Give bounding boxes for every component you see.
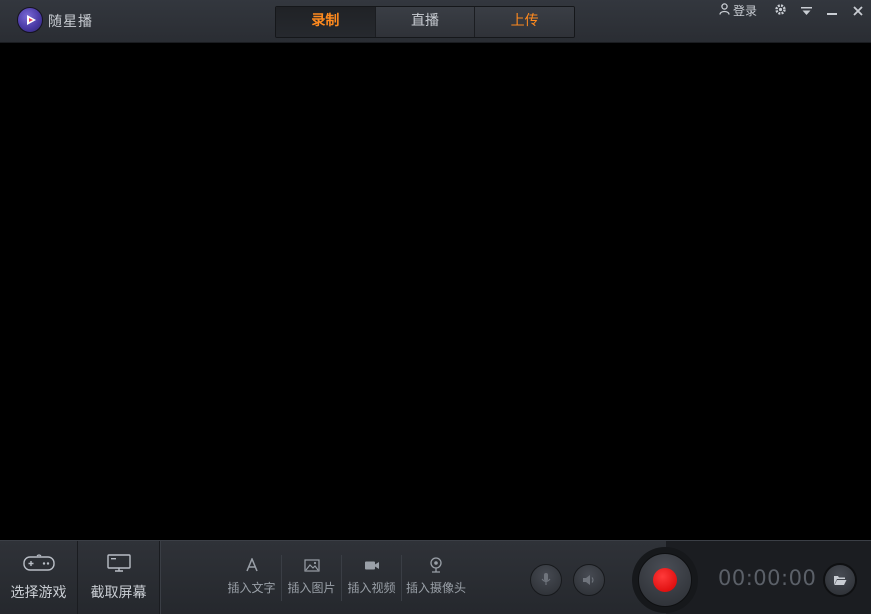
video-icon <box>364 555 380 575</box>
settings-button[interactable] <box>767 1 793 19</box>
speaker-button[interactable] <box>573 564 605 596</box>
app-window: 随星播 录制 直播 上传 登录 选择游戏 截取屏幕 插入文字 插入图片 插入视频… <box>0 0 871 614</box>
record-button[interactable] <box>638 553 692 607</box>
title-bar: 随星播 录制 直播 上传 登录 <box>0 0 871 43</box>
text-icon <box>245 555 259 575</box>
login-label: 登录 <box>732 3 757 18</box>
close-icon <box>853 1 863 20</box>
gear-icon <box>774 1 787 20</box>
record-dot-icon <box>653 568 677 592</box>
minimize-button[interactable] <box>819 1 845 19</box>
insert-image-button[interactable]: 插入图片 <box>282 555 342 601</box>
insert-video-button[interactable]: 插入视频 <box>342 555 402 601</box>
insert-image-label: 插入图片 <box>287 581 336 595</box>
folder-icon <box>833 571 847 590</box>
insert-webcam-label: 插入摄像头 <box>405 581 466 595</box>
insert-text-button[interactable]: 插入文字 <box>222 555 282 601</box>
preview-area <box>0 43 871 540</box>
user-icon <box>719 2 730 18</box>
insert-webcam-button[interactable]: 插入摄像头 <box>402 555 470 601</box>
mode-tabs: 录制 直播 上传 <box>275 6 575 38</box>
tab-record[interactable]: 录制 <box>276 7 376 37</box>
image-icon <box>303 555 320 575</box>
open-folder-button[interactable] <box>823 563 857 597</box>
speaker-icon <box>582 571 596 590</box>
login-button[interactable]: 登录 <box>719 2 757 19</box>
microphone-button[interactable] <box>530 564 562 596</box>
capture-screen-label: 截取屏幕 <box>90 584 147 601</box>
app-logo-icon <box>17 7 43 33</box>
capture-screen-button[interactable]: 截取屏幕 <box>78 541 160 614</box>
minimize-icon <box>827 1 837 20</box>
webcam-icon <box>429 555 443 575</box>
dropdown-icon <box>800 1 812 20</box>
close-button[interactable] <box>845 1 871 19</box>
select-game-label: 选择游戏 <box>10 584 67 601</box>
insert-video-label: 插入视频 <box>347 581 396 595</box>
tab-live[interactable]: 直播 <box>375 7 476 37</box>
menu-button[interactable] <box>793 1 819 19</box>
app-title: 随星播 <box>48 14 93 30</box>
insert-text-label: 插入文字 <box>227 581 276 595</box>
monitor-icon <box>106 553 131 576</box>
tab-upload[interactable]: 上传 <box>475 7 574 37</box>
bottom-toolbar: 选择游戏 截取屏幕 插入文字 插入图片 插入视频 插入摄像头 00:00:00 <box>0 540 871 614</box>
insert-toolbar: 插入文字 插入图片 插入视频 插入摄像头 <box>222 555 470 605</box>
record-timer: 00:00:00 <box>718 566 817 590</box>
microphone-icon <box>541 571 551 590</box>
select-game-button[interactable]: 选择游戏 <box>0 541 78 614</box>
gamepad-icon <box>22 553 55 576</box>
window-controls: 登录 <box>719 0 871 20</box>
